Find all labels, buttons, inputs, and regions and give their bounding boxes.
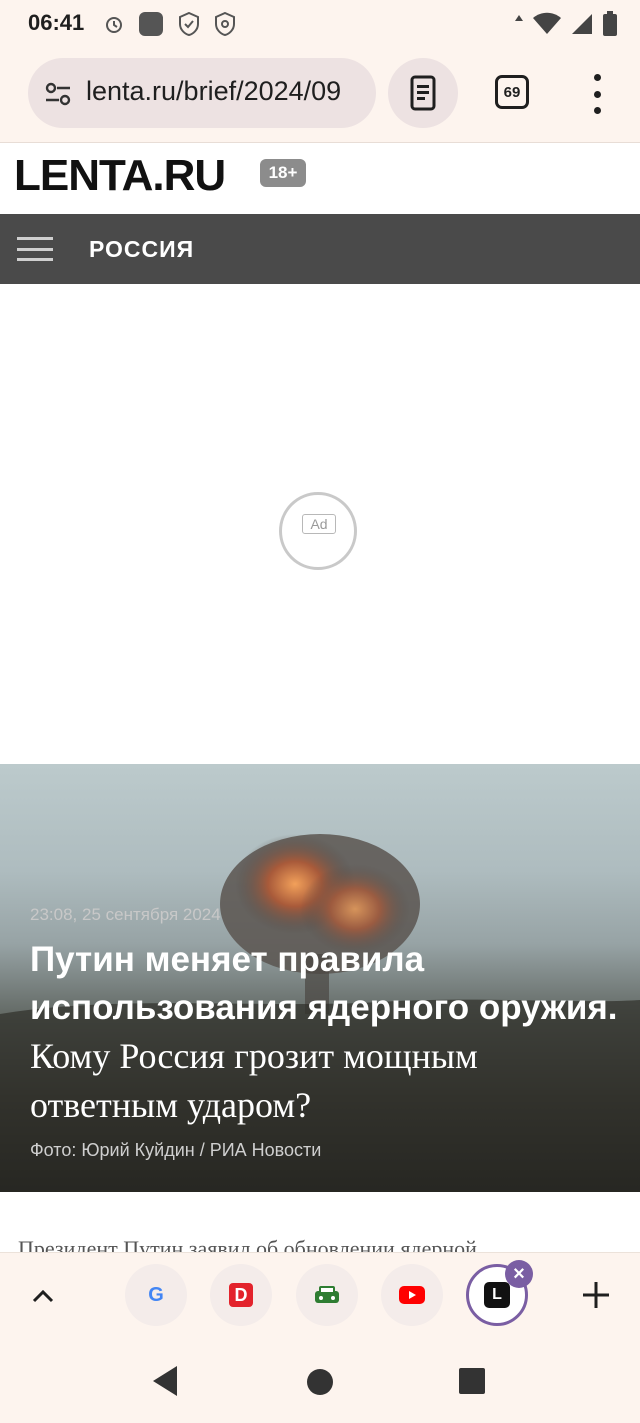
back-triangle-icon[interactable] — [150, 1364, 180, 1398]
app-notification-icon — [139, 12, 163, 36]
chevron-up-icon — [32, 1289, 54, 1303]
hamburger-menu-icon[interactable] — [17, 237, 53, 261]
new-tab-plus-icon[interactable] — [578, 1277, 614, 1313]
site-logo[interactable]: LENTA.RU — [14, 151, 226, 201]
hero-date: 23:08, 25 сентября 2024 — [30, 905, 221, 924]
wifi-icon — [533, 12, 561, 34]
security-shield-icon — [215, 12, 235, 36]
hero-headline-block[interactable]: Путин меняет правила использования ядерн… — [30, 936, 620, 1130]
close-tab-icon[interactable]: × — [505, 1260, 533, 1288]
reader-mode-icon — [410, 75, 436, 111]
tab-google[interactable]: G — [125, 1264, 187, 1326]
recents-square-icon[interactable] — [458, 1367, 486, 1395]
reader-mode-button[interactable] — [388, 58, 458, 128]
hero-article[interactable]: 23:08, 25 сентября 2024 Путин меняет пра… — [0, 764, 640, 1192]
more-options-button[interactable] — [586, 74, 608, 114]
tab-switcher-button[interactable]: 69 — [495, 75, 529, 109]
youtube-icon — [399, 1286, 425, 1304]
dns-icon: D — [229, 1283, 253, 1307]
tab-drom[interactable] — [296, 1264, 358, 1326]
hero-subheadline[interactable]: Кому Россия грозит мощным ответным ударо… — [30, 1036, 478, 1125]
dot-icon — [593, 90, 601, 98]
dot-icon — [593, 107, 601, 114]
browser-toolbar: lenta.ru/brief/2024/09 69 — [0, 50, 640, 143]
site-header: LENTA.RU 18+ — [0, 143, 640, 214]
battery-icon — [603, 11, 617, 36]
home-circle-icon[interactable] — [306, 1368, 334, 1396]
section-title[interactable]: РОССИЯ — [89, 236, 194, 263]
ad-placeholder: Ad — [0, 284, 640, 764]
expand-tabs-button[interactable] — [28, 1281, 58, 1311]
section-nav: РОССИЯ — [0, 214, 640, 284]
car-icon — [315, 1286, 339, 1303]
google-icon: G — [148, 1283, 164, 1306]
hero-headline[interactable]: Путин меняет правила использования ядерн… — [30, 940, 618, 1027]
status-system-icons — [514, 11, 618, 37]
tab-dns[interactable]: D — [210, 1264, 272, 1326]
photo-credit: Фото: Юрий Куйдин / РИА Новости — [30, 1140, 322, 1160]
data-arrows-icon — [515, 15, 523, 21]
site-settings-icon[interactable] — [44, 80, 72, 108]
status-bar: 06:41 — [0, 0, 640, 50]
status-time: 06:41 — [28, 10, 85, 35]
signal-icon — [572, 14, 592, 34]
tab-strip: G D L × — [0, 1252, 640, 1345]
age-rating-badge: 18+ — [260, 159, 306, 187]
tab-youtube[interactable] — [381, 1264, 443, 1326]
dot-icon — [593, 74, 601, 81]
vpn-shield-icon — [179, 12, 199, 36]
ad-label: Ad — [302, 514, 336, 534]
system-navigation-bar — [0, 1344, 640, 1423]
alarm-icon — [106, 17, 122, 33]
url-text[interactable]: lenta.ru/brief/2024/09 — [86, 76, 341, 107]
status-notification-icons — [104, 11, 236, 37]
address-bar[interactable]: lenta.ru/brief/2024/09 — [28, 58, 376, 128]
lenta-icon: L — [484, 1282, 510, 1308]
